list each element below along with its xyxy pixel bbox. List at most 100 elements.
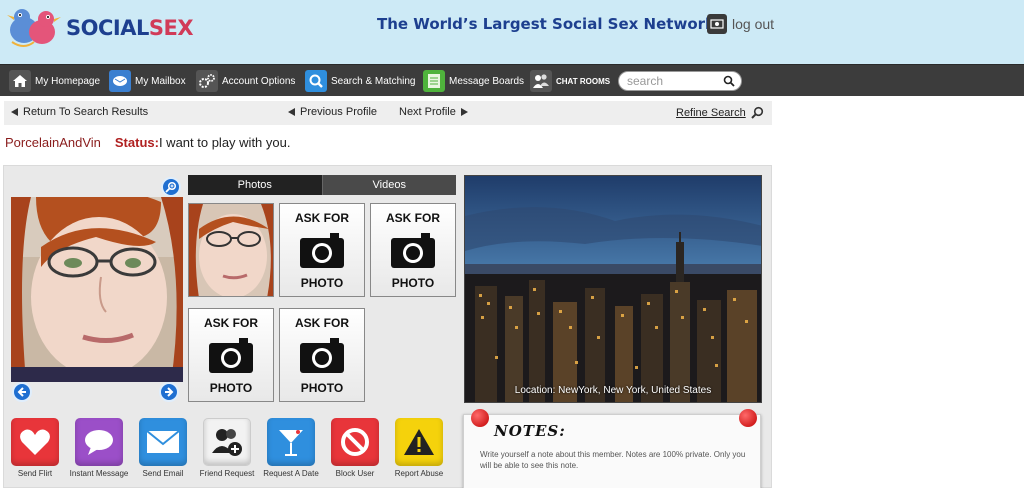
- next-photo-button[interactable]: [159, 382, 179, 402]
- report-abuse-button[interactable]: Report Abuse: [394, 418, 444, 478]
- next-profile-link[interactable]: Next Profile: [399, 106, 468, 118]
- ask-for-photo-slot[interactable]: ASK FOR PHOTO: [370, 203, 456, 297]
- arrow-right-icon: [460, 108, 468, 116]
- profile-username: PorcelainAndVin: [5, 135, 101, 150]
- message-board-icon: [423, 70, 445, 92]
- site-tagline: The World’s Largest Social Sex Network: [377, 15, 715, 33]
- site-header: SOCIALSEX The World’s Largest Social Sex…: [0, 0, 1024, 64]
- camera-icon: [391, 232, 435, 268]
- arrow-right-icon: [165, 387, 174, 397]
- magnifier-icon: [751, 106, 763, 119]
- action-label: Block User: [335, 469, 375, 478]
- nav-search-box: [618, 71, 742, 91]
- nav-my-mailbox[interactable]: My Mailbox: [109, 70, 186, 92]
- magnifier-icon: [305, 70, 327, 92]
- cocktail-icon: [267, 418, 315, 466]
- send-email-button[interactable]: Send Email: [138, 418, 188, 478]
- nav-chat-rooms[interactable]: CHAT ROOMS: [530, 70, 610, 92]
- nav-label: Account Options: [222, 75, 296, 87]
- pushpin-icon: [471, 409, 489, 427]
- nav-label: CHAT ROOMS: [556, 76, 611, 86]
- logout-label: log out: [732, 16, 775, 32]
- camera-icon: [209, 337, 253, 373]
- return-to-search-label: Return To Search Results: [23, 106, 149, 118]
- arrow-left-icon: [288, 108, 295, 116]
- logo-text: SOCIALSEX: [66, 16, 194, 40]
- refine-search-link[interactable]: Refine Search: [676, 106, 764, 119]
- block-icon: [331, 418, 379, 466]
- instant-message-button[interactable]: Instant Message: [70, 418, 128, 478]
- profile-panel: Photos Videos ASK FOR PHOTO ASK FOR PHOT…: [3, 165, 772, 488]
- home-icon: [9, 70, 31, 92]
- zoom-icon: [165, 181, 177, 193]
- gears-icon: [196, 70, 218, 92]
- logout-icon: [707, 14, 727, 34]
- action-label: Report Abuse: [394, 469, 444, 478]
- nav-label: My Mailbox: [135, 75, 186, 87]
- warning-icon: [395, 418, 443, 466]
- tab-videos[interactable]: Videos: [321, 175, 456, 195]
- nav-label: Search & Matching: [331, 75, 416, 87]
- notes-title: NOTES:: [494, 422, 566, 440]
- main-nav: My Homepage My Mailbox Account Options S…: [0, 64, 1024, 96]
- previous-profile-label: Previous Profile: [300, 106, 378, 118]
- nav-message-boards[interactable]: Message Boards: [423, 70, 524, 92]
- logout-link[interactable]: log out: [707, 14, 774, 34]
- search-icon[interactable]: [723, 75, 735, 87]
- photo-label: PHOTO: [391, 276, 435, 290]
- results-navigation-bar: Return To Search Results Previous Profil…: [4, 101, 772, 125]
- camera-icon: [300, 337, 344, 373]
- city-skyline-image: [465, 176, 761, 402]
- profile-headline: PorcelainAndVin Status:I want to play wit…: [5, 135, 290, 150]
- friend-request-button[interactable]: Friend Request: [200, 418, 254, 478]
- nav-account-options[interactable]: Account Options: [196, 70, 295, 92]
- action-label: Send Flirt: [17, 469, 53, 478]
- send-flirt-button[interactable]: Send Flirt: [10, 418, 60, 478]
- ask-for-label: ASK FOR: [204, 316, 258, 330]
- nav-label: My Homepage: [35, 75, 101, 87]
- notes-box[interactable]: NOTES: Write yourself a note about this …: [463, 409, 761, 488]
- ask-for-photo-slot[interactable]: ASK FOR PHOTO: [188, 308, 274, 402]
- heart-icon: [11, 418, 59, 466]
- ask-for-label: ASK FOR: [295, 211, 349, 225]
- action-label: Request A Date: [263, 469, 319, 478]
- refine-search-label: Refine Search: [676, 106, 746, 119]
- photo-label: PHOTO: [300, 276, 344, 290]
- status-label: Status:: [114, 135, 159, 150]
- tab-photos[interactable]: Photos: [188, 175, 322, 195]
- camera-icon: [300, 232, 344, 268]
- ask-for-photo-slot[interactable]: ASK FOR PHOTO: [279, 308, 365, 402]
- thumbnail-image: [189, 204, 273, 296]
- block-user-button[interactable]: Block User: [330, 418, 380, 478]
- site-logo[interactable]: SOCIALSEX: [4, 2, 194, 52]
- previous-profile-link[interactable]: Previous Profile: [288, 106, 377, 118]
- previous-photo-button[interactable]: [12, 382, 32, 402]
- arrow-left-icon: [11, 108, 18, 116]
- next-profile-label: Next Profile: [399, 106, 456, 118]
- action-label: Instant Message: [69, 469, 129, 478]
- ask-for-label: ASK FOR: [295, 316, 349, 330]
- action-label: Send Email: [142, 469, 184, 478]
- nav-label: Message Boards: [449, 75, 525, 87]
- media-tabs: Photos Videos: [188, 175, 456, 195]
- logo-text-sex: SEX: [148, 16, 194, 40]
- envelope-icon: [139, 418, 187, 466]
- chat-rooms-icon: [530, 70, 552, 92]
- pushpin-icon: [739, 409, 757, 427]
- search-input[interactable]: [627, 74, 723, 88]
- photo-thumbnail[interactable]: [188, 203, 274, 297]
- request-a-date-button[interactable]: Request A Date: [263, 418, 319, 478]
- ask-for-photo-slot[interactable]: ASK FOR PHOTO: [279, 203, 365, 297]
- return-to-search-link[interactable]: Return To Search Results: [11, 106, 148, 118]
- mailbox-icon: [109, 70, 131, 92]
- ask-for-label: ASK FOR: [386, 211, 440, 225]
- nav-my-homepage[interactable]: My Homepage: [9, 70, 100, 92]
- page: SOCIALSEX The World’s Largest Social Sex…: [0, 0, 1024, 488]
- status-text: I want to play with you.: [158, 135, 291, 150]
- action-label: Friend Request: [199, 469, 255, 478]
- birds-logo-icon: [7, 9, 61, 47]
- main-profile-photo[interactable]: [11, 197, 183, 382]
- nav-search-matching[interactable]: Search & Matching: [305, 70, 416, 92]
- add-friend-icon: [203, 418, 251, 466]
- zoom-photo-button[interactable]: [161, 177, 181, 197]
